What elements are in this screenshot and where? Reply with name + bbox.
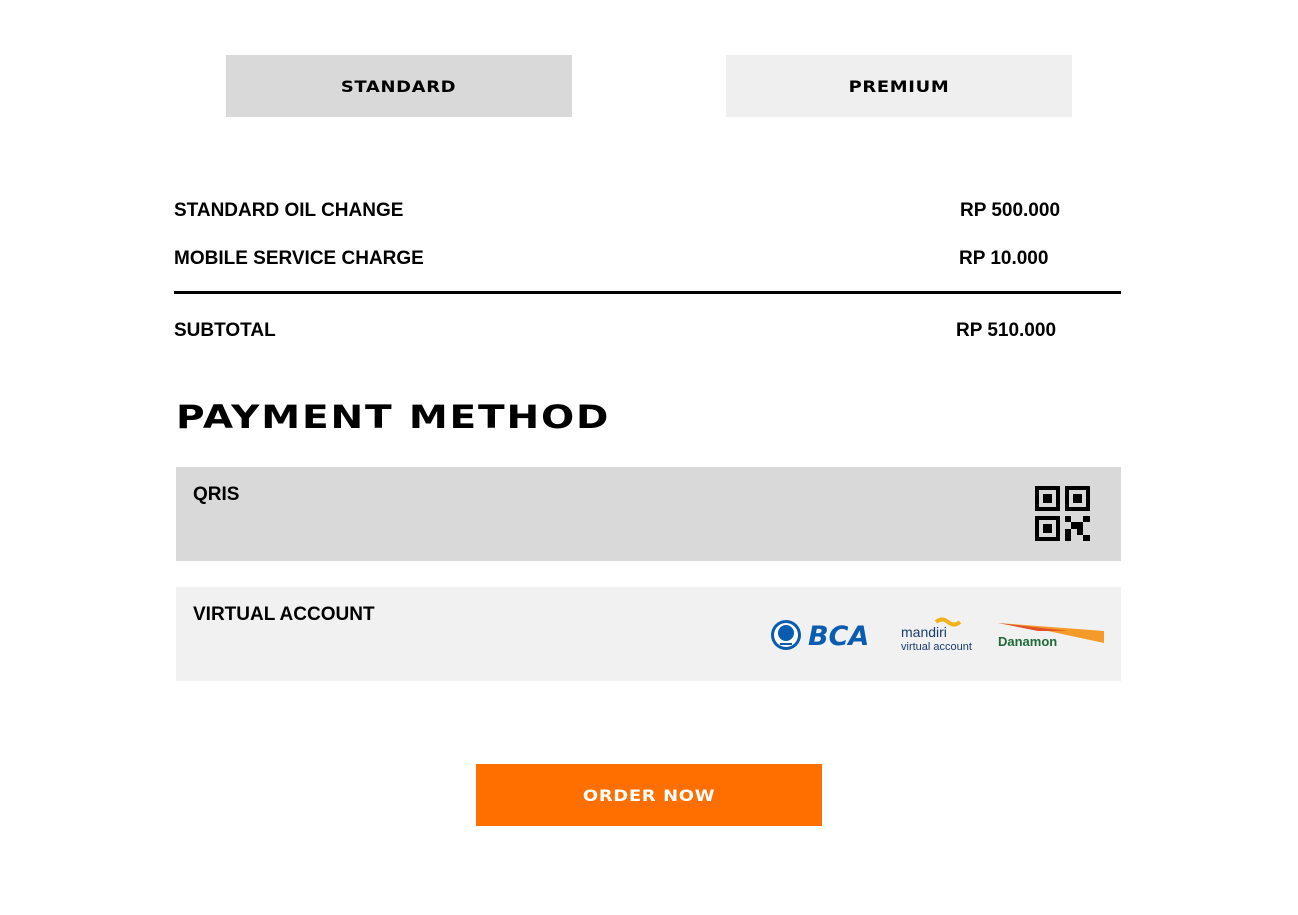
summary-item-label: MOBILE SERVICE CHARGE	[174, 248, 424, 269]
mandiri-logo-subtext: virtual account	[901, 641, 972, 653]
mandiri-logo-text: mandiri	[901, 624, 947, 640]
order-now-button[interactable]: ORDER NOW	[476, 764, 822, 826]
subtotal-amount: RP 510.000	[956, 320, 1057, 341]
summary-item-amount: RP 10.000	[959, 248, 1049, 269]
mandiri-logo: mandiri virtual account	[901, 617, 972, 653]
payment-method-title: PAYMENT METHOD	[176, 398, 608, 436]
summary-item-amount: RP 500.000	[960, 200, 1061, 221]
tab-premium-label: PREMIUM	[848, 76, 950, 96]
summary-divider	[174, 291, 1121, 294]
payment-option-label: VIRTUAL ACCOUNT	[193, 604, 375, 625]
subtotal-label: SUBTOTAL	[174, 320, 276, 341]
payment-method-title-text: PAYMENT METHOD	[176, 398, 611, 436]
tab-premium[interactable]: PREMIUM	[726, 55, 1072, 117]
danamon-logo-text: Danamon	[998, 634, 1057, 649]
tab-standard[interactable]: STANDARD	[226, 55, 572, 117]
payment-option-qris[interactable]: QRIS	[176, 467, 1121, 561]
summary-item-label: STANDARD OIL CHANGE	[174, 200, 404, 221]
danamon-logo: Danamon	[998, 623, 1104, 649]
bca-logo: BCA	[771, 620, 869, 652]
order-now-label: ORDER NOW	[582, 785, 716, 805]
payment-option-virtual-account[interactable]: VIRTUAL ACCOUNT BCA mandiri virtual acco…	[176, 587, 1121, 681]
tab-standard-label: STANDARD	[341, 76, 457, 96]
payment-option-label: QRIS	[193, 484, 240, 505]
bca-logo-text: BCA	[808, 621, 869, 652]
qr-code-icon	[1035, 486, 1090, 541]
